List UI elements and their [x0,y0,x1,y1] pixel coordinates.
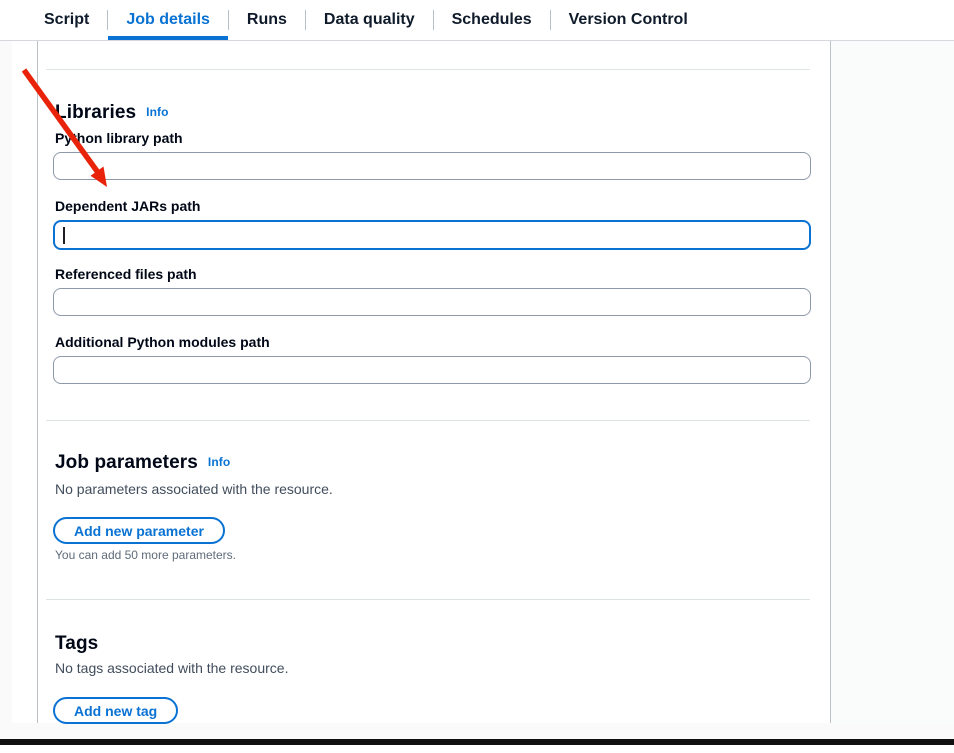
additional-python-modules-path-label: Additional Python modules path [55,334,270,350]
job-parameters-heading: Job parameters Info [55,452,230,474]
panel-border-left [37,41,38,723]
window-bottom-edge [0,739,954,745]
referenced-files-path-label: Referenced files path [55,266,197,282]
python-library-path-input[interactable] [53,152,811,180]
tab-runs[interactable]: Runs [229,0,305,40]
tab-script[interactable]: Script [26,0,107,40]
panel-border-right [830,41,831,723]
tags-title: Tags [55,633,98,654]
scroll-gutter[interactable] [831,41,954,723]
add-new-tag-button[interactable]: Add new tag [53,697,178,724]
libraries-heading: Libraries Info [55,102,169,124]
job-parameters-empty-text: No parameters associated with the resour… [55,481,333,497]
tab-job-details[interactable]: Job details [108,0,228,40]
tab-version-control[interactable]: Version Control [551,0,706,40]
additional-python-modules-path-input[interactable] [53,356,811,384]
job-parameters-hint: You can add 50 more parameters. [55,548,236,562]
tags-empty-text: No tags associated with the resource. [55,660,288,676]
libraries-title: Libraries [55,102,136,123]
section-divider [46,420,810,421]
tab-data-quality[interactable]: Data quality [306,0,433,40]
python-library-path-label: Python library path [55,130,183,146]
tab-bar: Script Job details Runs Data quality Sch… [0,0,954,41]
page-gutter-left [0,41,12,723]
libraries-info-link[interactable]: Info [146,105,168,119]
section-divider [46,599,810,600]
tab-schedules[interactable]: Schedules [434,0,550,40]
dependent-jars-path-input[interactable] [53,220,811,250]
job-parameters-info-link[interactable]: Info [208,455,230,469]
section-divider [46,69,810,70]
tags-heading: Tags [55,633,98,655]
referenced-files-path-input[interactable] [53,288,811,316]
job-parameters-title: Job parameters [55,452,198,473]
page-bottom-strip [0,723,954,739]
add-new-parameter-button[interactable]: Add new parameter [53,517,225,544]
dependent-jars-path-label: Dependent JARs path [55,198,200,214]
text-cursor [63,227,65,244]
